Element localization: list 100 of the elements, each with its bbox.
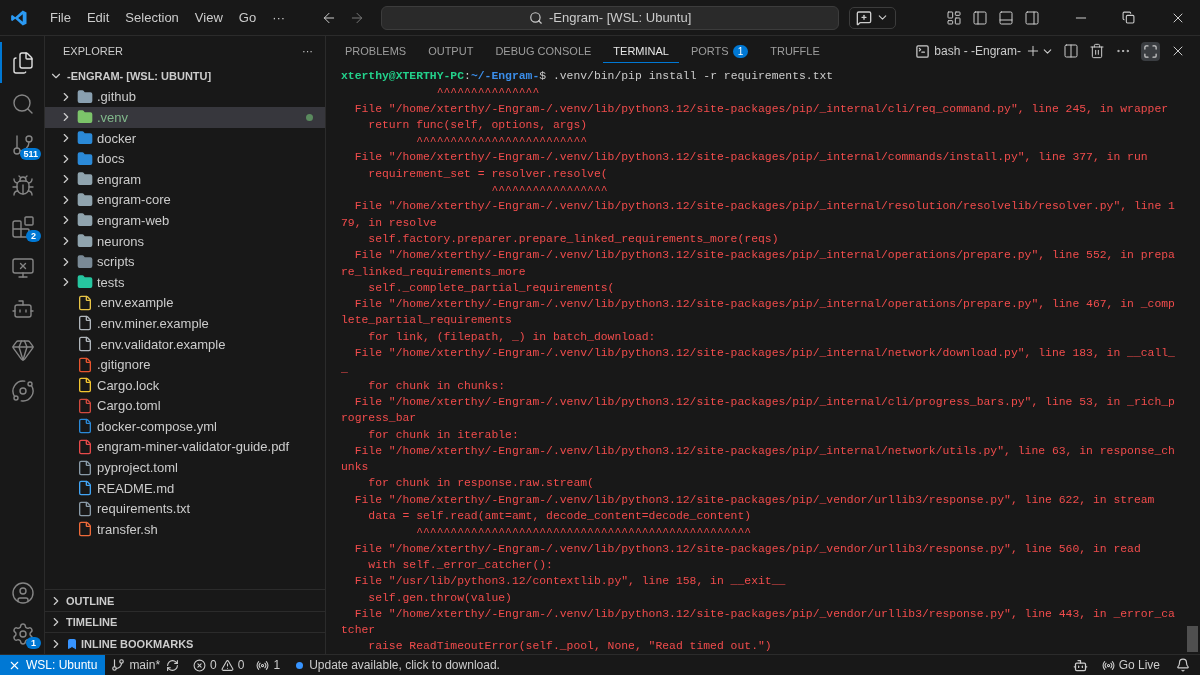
trash-icon[interactable] <box>1089 43 1105 59</box>
sidebar-title: EXPLORER <box>63 45 123 57</box>
terminal-line: tcher <box>341 623 376 639</box>
terminal-line: requirement_set = resolver.resolve( <box>367 166 608 182</box>
menu-item[interactable]: Selection <box>117 10 187 25</box>
tree-item[interactable]: .github <box>45 86 325 108</box>
count-badge: 1 <box>732 44 749 58</box>
tree-item[interactable]: .env.example <box>45 292 325 314</box>
tree-item[interactable]: .venv <box>45 107 325 128</box>
tree-item[interactable]: .env.validator.example <box>45 333 325 355</box>
terminal-line: File "/home/xterthy/-Engram-/.venv/lib/python3.12/site-packages/pip/_vendor/urllib3/response.py", line 622, in stream <box>353 492 1155 508</box>
new-terminal-icon[interactable] <box>1025 43 1041 59</box>
terminal-icon <box>915 43 931 59</box>
panel-tab[interactable]: TERMINAL <box>603 39 679 63</box>
tree-item[interactable]: .env.miner.example <box>45 313 325 334</box>
problems-indicator[interactable]: 0 0 <box>187 658 251 672</box>
status-dot <box>306 114 313 121</box>
terminal-line: File "/home/xterthy/-Engram-/.venv/lib/python3.12/site-packages/pip/_internal/cli/req_command.py", line 245, in wrapper <box>353 101 1169 117</box>
tree-item[interactable]: README.md <box>45 477 325 499</box>
debug-icon[interactable] <box>11 173 35 198</box>
branch-indicator[interactable]: main* <box>105 658 167 672</box>
scrollbar-thumb[interactable] <box>1187 626 1198 652</box>
collapsed-section[interactable]: OUTLINE <box>45 589 325 611</box>
chat-button[interactable] <box>849 6 897 29</box>
terminal-line: File "/usr/lib/python3.12/contextlib.py", line 158, in __exit__ <box>353 574 786 590</box>
tree-item[interactable]: scripts <box>45 251 325 272</box>
terminal-name[interactable]: bash - -Engram- <box>934 44 1021 58</box>
collapsed-section[interactable]: TIMELINE <box>45 610 325 633</box>
explorer-icon[interactable] <box>11 50 35 75</box>
tree-item[interactable]: engram-core <box>45 189 325 211</box>
orbit-icon[interactable] <box>11 378 35 403</box>
sync-icon[interactable] <box>166 658 180 672</box>
workspace-root[interactable]: -ENGRAM- [WSL: UBUNTU] <box>67 70 212 83</box>
gem-icon[interactable] <box>11 337 35 362</box>
account-icon[interactable] <box>11 580 35 605</box>
more-actions[interactable]: ··· <box>302 45 313 57</box>
terminal-line: _ <box>341 362 348 378</box>
terminal-line: with self._error_catcher(): <box>367 557 553 573</box>
tree-item[interactable]: Cargo.lock <box>45 374 325 396</box>
terminal-line: return func(self, options, args) <box>367 117 588 133</box>
panel-tab[interactable]: OUTPUT <box>418 39 484 63</box>
panel-tab[interactable]: PROBLEMS <box>335 39 417 63</box>
tree-item[interactable]: engram-miner-validator-guide.pdf <box>45 436 325 458</box>
tree-item[interactable]: engram-web <box>45 210 325 231</box>
restore-icon[interactable] <box>1122 11 1135 24</box>
tree-item[interactable]: Cargo.toml <box>45 395 325 417</box>
ports-indicator[interactable]: 1 <box>250 658 287 672</box>
extensions-icon[interactable] <box>11 214 35 239</box>
remote-explorer-icon[interactable] <box>11 255 35 280</box>
terminal-line: re_linked_requirements_more <box>341 264 526 280</box>
panel-toggle-icon[interactable] <box>998 9 1014 26</box>
menu-item[interactable]: Edit <box>78 10 118 25</box>
terminal-line: File "/home/xterthy/-Engram-/.venv/lib/python3.12/site-packages/pip/_internal/cli/progress_bars.py", line 53, in _rich_p <box>353 394 1175 410</box>
menu-item[interactable]: View <box>186 10 231 25</box>
panel-tab[interactable]: TRUFFLE <box>760 39 830 63</box>
terminal-line: for chunk in chunks: <box>367 378 506 394</box>
menu-item[interactable]: File <box>42 10 79 25</box>
bell-icon[interactable] <box>1176 658 1190 672</box>
panel-tab[interactable]: PORTS 1 <box>680 38 759 64</box>
count-badge: 511 <box>20 148 41 160</box>
tree-item[interactable]: docker-compose.yml <box>45 416 325 437</box>
tree-item[interactable]: neurons <box>45 230 325 252</box>
tree-item[interactable]: tests <box>45 271 325 293</box>
remote-indicator[interactable]: WSL: Ubuntu <box>0 655 106 675</box>
secondary-sidebar-icon[interactable] <box>1024 9 1040 26</box>
terminal-line: data = self.read(amt=amt, decode_content=decode_content) <box>367 509 752 524</box>
maximize-button[interactable] <box>1141 41 1160 61</box>
tree-item[interactable]: requirements.txt <box>45 498 325 520</box>
menu-item[interactable]: Go <box>230 10 265 25</box>
app-logo-icon <box>10 8 28 27</box>
layout-icon[interactable] <box>946 9 962 26</box>
search-icon <box>528 10 543 25</box>
terminal-line: for chunk in iterable: <box>367 427 519 443</box>
tree-item[interactable]: engram <box>45 168 325 190</box>
tree-item[interactable]: transfer.sh <box>45 519 325 540</box>
update-notice[interactable]: Update available, click to download. <box>303 658 506 672</box>
tree-item[interactable]: docker <box>45 127 325 149</box>
menu-item[interactable]: ··· <box>264 10 294 25</box>
command-center[interactable]: -Engram- [WSL: Ubuntu] <box>381 5 840 30</box>
tree-item[interactable]: pyproject.toml <box>45 457 325 478</box>
settings-icon[interactable] <box>11 621 35 646</box>
terminal-line: self._complete_partial_requirements( <box>367 280 615 296</box>
terminal-line: lete_partial_requirements <box>341 313 512 329</box>
terminal-line: for chunk in response.raw.stream( <box>367 476 594 492</box>
terminal-line: File "/home/xterthy/-Engram-/.venv/lib/python3.12/site-packages/pip/_internal/commands/install.py", line 377, in run <box>353 150 1148 166</box>
split-icon[interactable] <box>1063 43 1079 59</box>
bookmark-icon <box>66 637 78 650</box>
count-badge: 1 <box>26 637 41 649</box>
tree-item[interactable]: .gitignore <box>45 354 325 375</box>
sidebar-toggle-icon[interactable] <box>972 9 988 26</box>
terminal-line: 79, in resolve <box>341 215 437 231</box>
panel-tab[interactable]: DEBUG CONSOLE <box>485 39 602 63</box>
chat-icon <box>856 9 873 26</box>
terminal-line: File "/home/xterthy/-Engram-/.venv/lib/python3.12/site-packages/pip/_vendor/urllib3/response.py", line 560, in read <box>353 541 1141 557</box>
tree-item[interactable]: docs <box>45 148 325 169</box>
robot-icon[interactable] <box>1072 657 1088 673</box>
search-icon[interactable] <box>11 91 35 116</box>
go-live-button[interactable]: Go Live <box>1095 658 1166 672</box>
terminal-prompt: xterthy@XTERTHY-PC:~/-Engram-$ .venv/bin/pip install -r requirements.txt <box>341 69 835 84</box>
terminal-line: File "/home/xterthy/-Engram-/.venv/lib/python3.12/site-packages/pip/_internal/network/download.py", line 183, in __call_ <box>353 346 1175 362</box>
